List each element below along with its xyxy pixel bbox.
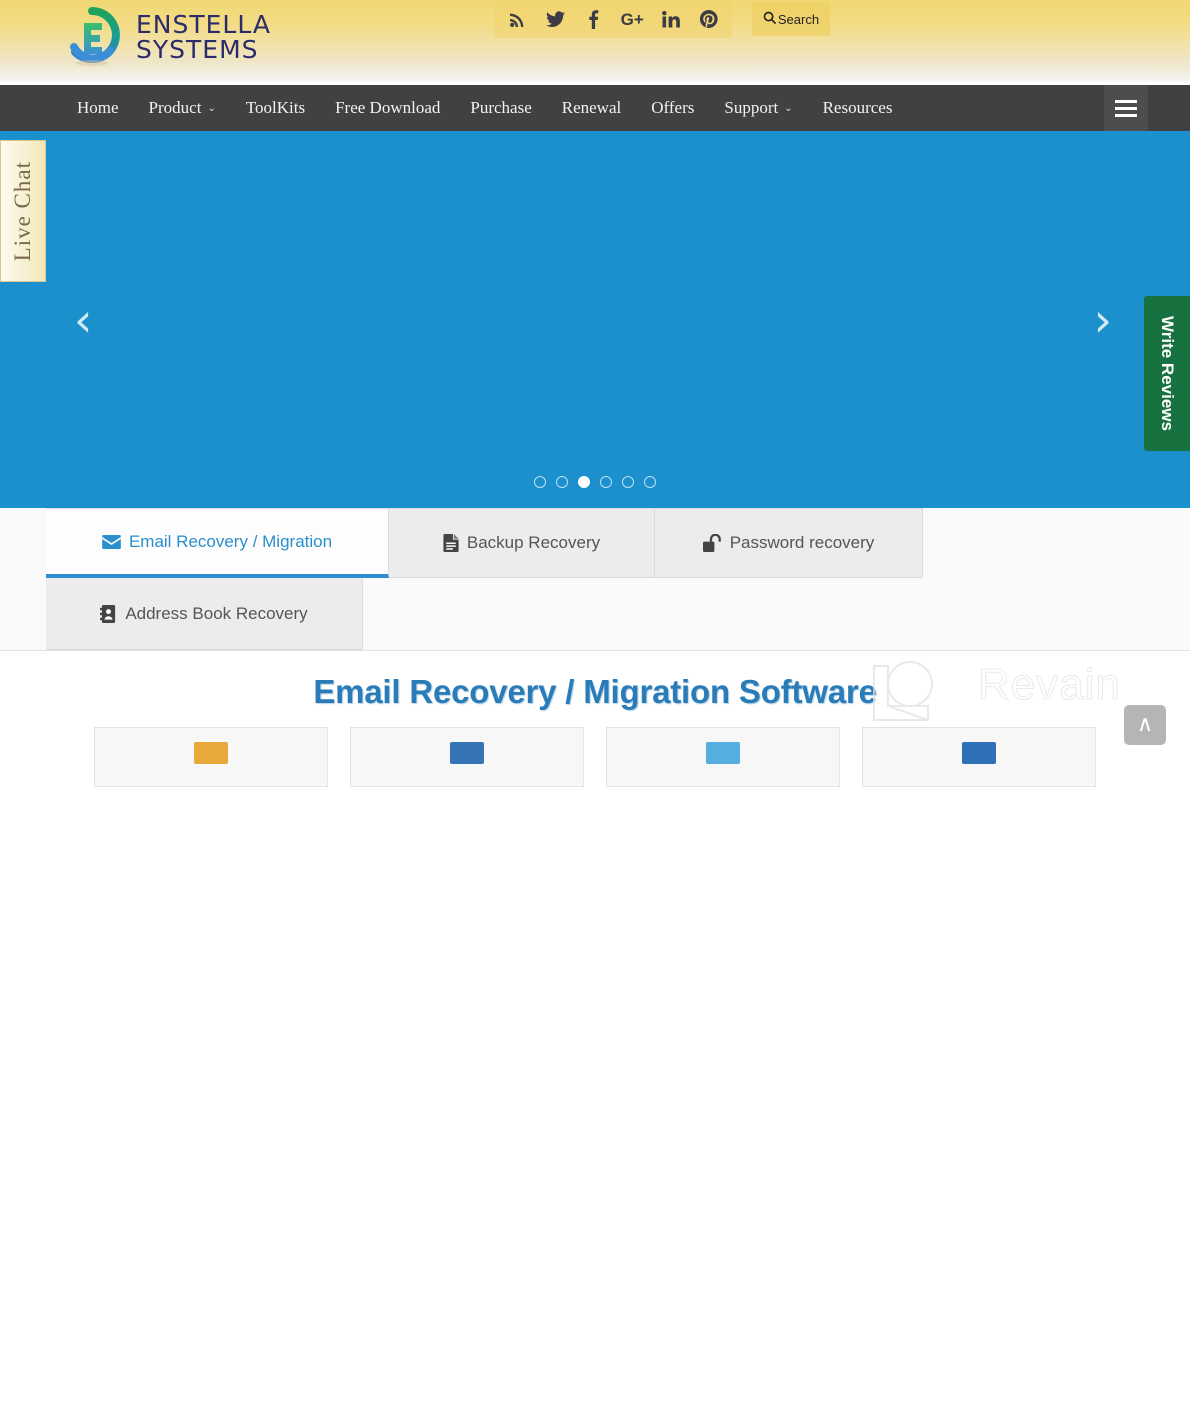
document-icon bbox=[443, 534, 459, 552]
nav-list: Home Product ⌄ ToolKits Free Download Pur… bbox=[0, 98, 907, 118]
carousel-dot[interactable] bbox=[644, 476, 656, 488]
scroll-to-top-button[interactable]: ∧ bbox=[1124, 705, 1166, 745]
nav-item-resources[interactable]: Resources bbox=[808, 98, 908, 118]
product-card[interactable] bbox=[350, 727, 584, 787]
site-logo[interactable]: ENSTELLA SYSTEMS bbox=[60, 5, 271, 69]
search-icon bbox=[763, 11, 776, 27]
nav-item-purchase[interactable]: Purchase bbox=[455, 98, 546, 118]
nav-item-home[interactable]: Home bbox=[62, 98, 134, 118]
chevron-up-icon: ∧ bbox=[1136, 712, 1154, 737]
tab-label: Address Book Recovery bbox=[125, 603, 308, 623]
carousel-dot[interactable] bbox=[622, 476, 634, 488]
nav-item-toolkits[interactable]: ToolKits bbox=[231, 98, 320, 118]
product-card[interactable] bbox=[862, 727, 1096, 787]
search-button-label: Search bbox=[777, 11, 820, 27]
pinterest-icon[interactable] bbox=[698, 8, 720, 30]
tab-label: Backup Recovery bbox=[466, 533, 601, 552]
nav-label: Renewal bbox=[561, 98, 622, 117]
nav-label: Free Download bbox=[335, 98, 441, 117]
envelope-icon bbox=[102, 534, 121, 549]
carousel-indicators bbox=[0, 476, 1190, 488]
tab-row-1: Email Recovery / Migration Backup Recove… bbox=[46, 508, 1190, 578]
nav-label: Offers bbox=[651, 98, 695, 117]
product-card[interactable] bbox=[94, 727, 328, 787]
tab-backup-recovery[interactable]: Backup Recovery bbox=[389, 508, 655, 578]
product-icon-orange bbox=[194, 742, 228, 764]
nav-label: Support bbox=[724, 98, 779, 117]
carousel-dot[interactable] bbox=[600, 476, 612, 488]
product-category-tabs: Email Recovery / Migration Backup Recove… bbox=[0, 508, 1190, 651]
hamburger-bar bbox=[1115, 113, 1137, 117]
search-button[interactable]: Search bbox=[752, 2, 830, 36]
main-navigation: Home Product ⌄ ToolKits Free Download Pur… bbox=[0, 85, 1190, 131]
hamburger-menu-icon[interactable] bbox=[1104, 85, 1148, 131]
tab-password-recovery[interactable]: Password recovery bbox=[655, 508, 923, 578]
carousel-prev-button[interactable]: ‹ bbox=[74, 297, 92, 343]
chevron-down-icon: ⌄ bbox=[207, 102, 216, 114]
nav-item-support[interactable]: Support ⌄ bbox=[709, 98, 807, 118]
facebook-icon[interactable] bbox=[583, 8, 605, 30]
logo-line-2: SYSTEMS bbox=[136, 35, 259, 64]
main-content: Email Recovery / Migration Software bbox=[0, 651, 1190, 1404]
social-links-bar: G+ bbox=[494, 0, 732, 38]
nav-label: Product bbox=[148, 98, 202, 117]
nav-item-product[interactable]: Product ⌄ bbox=[134, 98, 231, 118]
site-header: ENSTELLA SYSTEMS G+ Search bbox=[0, 0, 1190, 85]
nav-item-free-download[interactable]: Free Download bbox=[320, 98, 455, 118]
rss-icon[interactable] bbox=[506, 8, 528, 30]
nav-label: ToolKits bbox=[245, 98, 306, 117]
carousel-next-button[interactable]: › bbox=[1094, 297, 1112, 343]
product-icon-lightblue bbox=[706, 742, 740, 764]
nav-label: Resources bbox=[822, 98, 893, 117]
nav-label: Home bbox=[77, 98, 119, 117]
address-book-icon bbox=[100, 604, 117, 623]
hamburger-bar bbox=[1115, 99, 1137, 103]
unlock-icon bbox=[702, 534, 722, 552]
product-icon-blue bbox=[450, 742, 484, 764]
tab-email-recovery-migration[interactable]: Email Recovery / Migration bbox=[46, 508, 389, 578]
carousel-dot-active[interactable] bbox=[578, 476, 590, 488]
product-card-list bbox=[0, 727, 1190, 787]
enstella-logo-icon bbox=[60, 5, 124, 69]
nav-item-offers[interactable]: Offers bbox=[636, 98, 709, 118]
hamburger-bar bbox=[1115, 106, 1137, 110]
chevron-down-icon: ⌄ bbox=[784, 102, 793, 114]
twitter-icon[interactable] bbox=[544, 8, 566, 30]
logo-wordmark: ENSTELLA SYSTEMS bbox=[136, 11, 271, 64]
page-title: Email Recovery / Migration Software bbox=[313, 673, 877, 710]
nav-item-renewal[interactable]: Renewal bbox=[547, 98, 636, 118]
tab-label: Email Recovery / Migration bbox=[128, 531, 333, 551]
write-reviews-label: Write Reviews bbox=[1158, 316, 1177, 431]
live-chat-label: Live Chat bbox=[10, 160, 35, 262]
hero-carousel: ‹ › bbox=[0, 131, 1190, 508]
live-chat-tab[interactable]: Live Chat bbox=[0, 140, 46, 282]
carousel-dot[interactable] bbox=[534, 476, 546, 488]
product-icon-blue-2 bbox=[962, 742, 996, 764]
tab-row-2: Address Book Recovery bbox=[46, 578, 1190, 650]
carousel-dot[interactable] bbox=[556, 476, 568, 488]
tab-address-book-recovery[interactable]: Address Book Recovery bbox=[46, 578, 363, 650]
nav-label: Purchase bbox=[470, 98, 532, 117]
linkedin-icon[interactable] bbox=[660, 8, 682, 30]
write-reviews-tab[interactable]: Write Reviews bbox=[1144, 296, 1190, 451]
tab-label: Password recovery bbox=[729, 533, 875, 552]
product-card[interactable] bbox=[606, 727, 840, 787]
google-plus-icon[interactable]: G+ bbox=[621, 8, 644, 30]
